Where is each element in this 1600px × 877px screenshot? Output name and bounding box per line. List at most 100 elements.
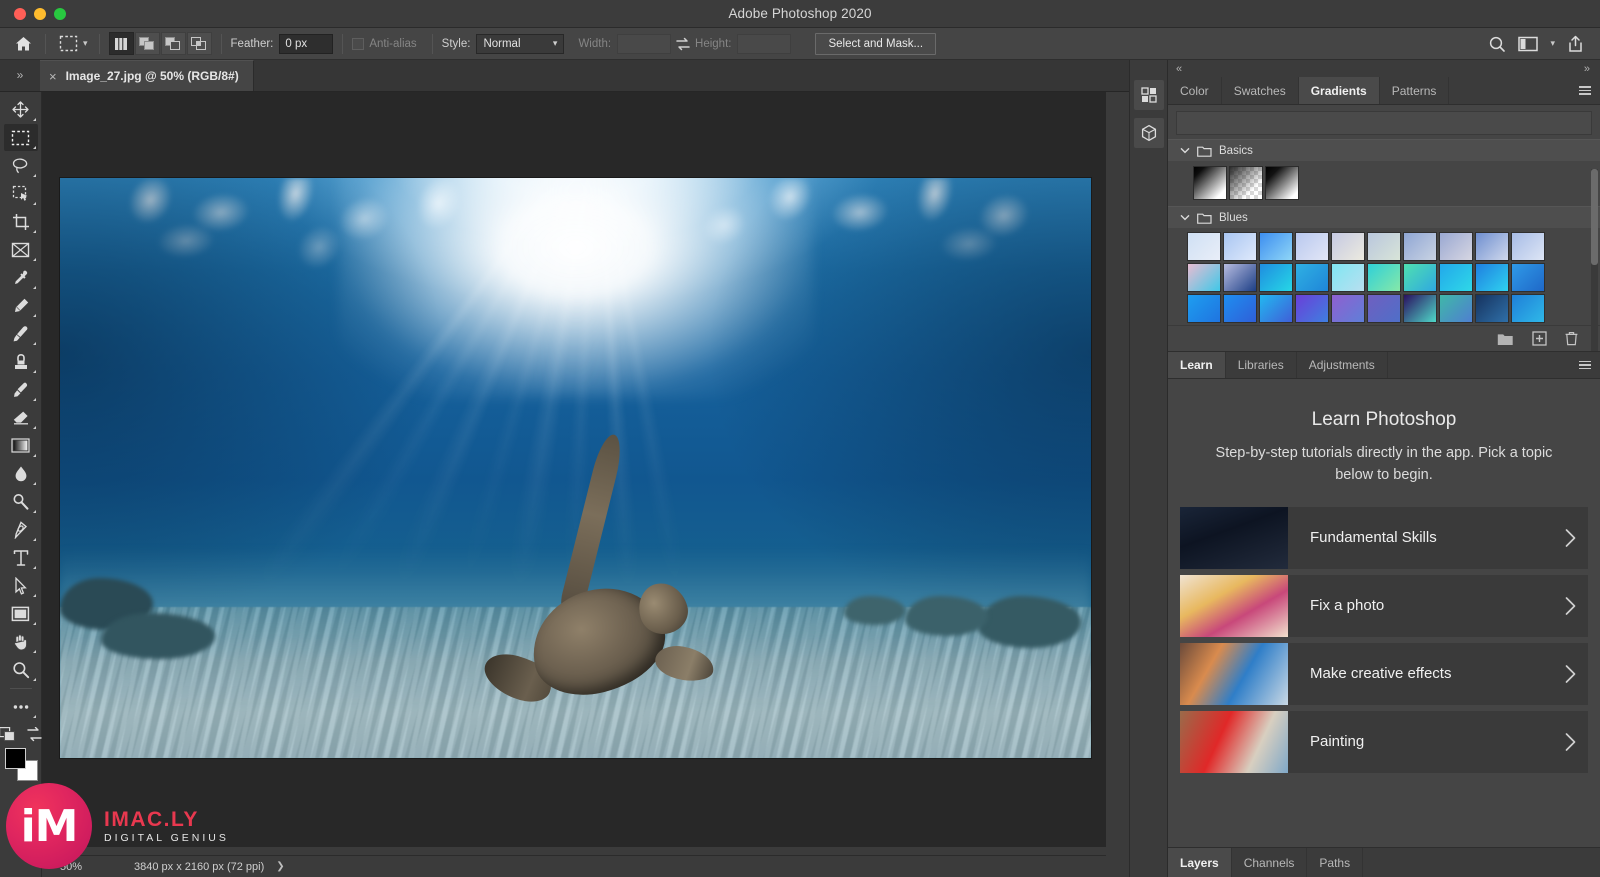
gradient-swatch[interactable] bbox=[1511, 232, 1545, 261]
panel-menu-icon[interactable] bbox=[1570, 352, 1600, 378]
eyedropper-tool[interactable] bbox=[4, 264, 38, 291]
gradient-group-basics[interactable]: Basics bbox=[1168, 139, 1600, 161]
panel-menu-icon[interactable] bbox=[1570, 77, 1600, 104]
gradient-swatch[interactable] bbox=[1223, 232, 1257, 261]
tab-libraries[interactable]: Libraries bbox=[1225, 352, 1297, 378]
gradient-swatch[interactable] bbox=[1475, 263, 1509, 292]
tab-paths[interactable]: Paths bbox=[1307, 848, 1364, 877]
learn-card[interactable]: Fundamental Skills bbox=[1180, 506, 1588, 569]
blur-tool[interactable] bbox=[4, 460, 38, 487]
eraser-tool[interactable] bbox=[4, 404, 38, 431]
learn-card[interactable]: Fix a photo bbox=[1180, 574, 1588, 637]
add-to-selection-button[interactable] bbox=[134, 32, 160, 55]
rectangle-tool[interactable] bbox=[4, 600, 38, 627]
tab-patterns[interactable]: Patterns bbox=[1379, 77, 1450, 104]
chevron-right-icon[interactable]: ❯ bbox=[276, 861, 284, 872]
gradient-swatch[interactable] bbox=[1259, 232, 1293, 261]
gradient-swatch[interactable] bbox=[1403, 263, 1437, 292]
tab-learn[interactable]: Learn bbox=[1168, 352, 1226, 378]
zoom-tool[interactable] bbox=[4, 656, 38, 683]
gradient-swatch[interactable] bbox=[1295, 263, 1329, 292]
gradients-scrollbar[interactable] bbox=[1591, 169, 1598, 359]
share-icon[interactable] bbox=[1567, 35, 1584, 53]
tab-swatches[interactable]: Swatches bbox=[1221, 77, 1299, 104]
gradient-swatch[interactable] bbox=[1331, 232, 1365, 261]
gradient-search-field[interactable] bbox=[1176, 111, 1592, 135]
gradient-swatch[interactable] bbox=[1367, 263, 1401, 292]
chevron-down-icon[interactable] bbox=[1180, 147, 1190, 154]
gradient-swatch[interactable] bbox=[1511, 263, 1545, 292]
edit-toolbar-tool[interactable] bbox=[4, 693, 38, 720]
rectangular-marquee-tool[interactable] bbox=[3, 124, 38, 151]
width-input[interactable] bbox=[617, 33, 672, 54]
gradient-swatch[interactable] bbox=[1331, 263, 1365, 292]
gradient-swatch[interactable] bbox=[1367, 294, 1401, 323]
gradient-swatch[interactable] bbox=[1295, 232, 1329, 261]
spot-healing-brush-tool[interactable] bbox=[4, 292, 38, 319]
gradient-tool[interactable] bbox=[4, 432, 38, 459]
double-chevron-right-icon[interactable]: » bbox=[1584, 63, 1590, 75]
gradient-swatch[interactable] bbox=[1331, 294, 1365, 323]
gradient-swatch[interactable] bbox=[1403, 232, 1437, 261]
tab-adjustments[interactable]: Adjustments bbox=[1296, 352, 1388, 378]
gradient-swatch[interactable] bbox=[1439, 263, 1473, 292]
chevron-down-icon[interactable]: ▾ bbox=[1550, 39, 1555, 48]
gradient-swatch[interactable] bbox=[1187, 263, 1221, 292]
brush-tool[interactable] bbox=[4, 320, 38, 347]
3d-materials-icon[interactable] bbox=[1133, 118, 1164, 148]
pen-tool[interactable] bbox=[4, 516, 38, 543]
gradient-swatch[interactable] bbox=[1193, 166, 1227, 200]
gradient-swatch[interactable] bbox=[1229, 166, 1263, 200]
canvas-area[interactable] bbox=[42, 92, 1106, 847]
learn-card[interactable]: Make creative effects bbox=[1180, 642, 1588, 705]
foreground-color-swatch[interactable] bbox=[4, 748, 26, 769]
gradient-swatch[interactable] bbox=[1475, 294, 1509, 323]
gradient-swatch[interactable] bbox=[1223, 294, 1257, 323]
expand-arrows-icon[interactable]: » bbox=[0, 59, 40, 91]
swap-dimensions-icon[interactable] bbox=[671, 37, 695, 51]
chevron-right-icon[interactable] bbox=[1552, 711, 1588, 773]
preset-libraries-icon[interactable] bbox=[1133, 80, 1164, 110]
type-tool[interactable] bbox=[4, 544, 38, 571]
select-and-mask-button[interactable]: Select and Mask... bbox=[815, 32, 937, 55]
gradient-swatch[interactable] bbox=[1511, 294, 1545, 323]
object-selection-tool[interactable] bbox=[4, 180, 38, 207]
gradient-swatch[interactable] bbox=[1259, 263, 1293, 292]
tab-gradients[interactable]: Gradients bbox=[1298, 77, 1380, 104]
gradient-swatch[interactable] bbox=[1259, 294, 1293, 323]
feather-input[interactable] bbox=[279, 33, 334, 54]
search-icon[interactable] bbox=[1488, 35, 1506, 53]
chevron-right-icon[interactable] bbox=[1552, 507, 1588, 569]
gradient-swatch[interactable] bbox=[1295, 294, 1329, 323]
workspace-icon[interactable] bbox=[1518, 36, 1539, 52]
gradient-swatch[interactable] bbox=[1367, 232, 1401, 261]
gradient-swatch[interactable] bbox=[1475, 232, 1509, 261]
new-selection-button[interactable] bbox=[108, 32, 134, 55]
clone-stamp-tool[interactable] bbox=[4, 348, 38, 375]
document-canvas-image[interactable] bbox=[60, 178, 1091, 758]
hand-tool[interactable] bbox=[4, 628, 38, 655]
chevron-down-icon[interactable] bbox=[1180, 214, 1190, 221]
document-tab[interactable]: × Image_27.jpg @ 50% (RGB/8#) bbox=[40, 60, 254, 91]
frame-tool[interactable] bbox=[4, 236, 38, 263]
chevron-right-icon[interactable] bbox=[1552, 575, 1588, 637]
close-icon[interactable]: × bbox=[49, 70, 57, 83]
gradient-swatch[interactable] bbox=[1265, 166, 1299, 200]
tab-layers[interactable]: Layers bbox=[1168, 848, 1232, 877]
double-chevron-left-icon[interactable]: « bbox=[1176, 63, 1182, 75]
quick-mask-icon[interactable] bbox=[0, 727, 16, 742]
gradient-swatch[interactable] bbox=[1403, 294, 1437, 323]
gradient-swatch[interactable] bbox=[1439, 232, 1473, 261]
tool-preset-picker[interactable]: ▾ bbox=[55, 33, 90, 55]
style-select[interactable]: Normal ▾ bbox=[476, 33, 565, 54]
move-tool[interactable] bbox=[4, 96, 38, 123]
delete-icon[interactable] bbox=[1565, 331, 1578, 346]
path-selection-tool[interactable] bbox=[4, 572, 38, 599]
gradient-swatch[interactable] bbox=[1223, 263, 1257, 292]
home-icon[interactable] bbox=[10, 33, 36, 55]
gradient-swatch[interactable] bbox=[1187, 232, 1221, 261]
height-input[interactable] bbox=[737, 33, 792, 54]
learn-card[interactable]: Painting bbox=[1180, 710, 1588, 773]
gradient-swatch[interactable] bbox=[1439, 294, 1473, 323]
crop-tool[interactable] bbox=[4, 208, 38, 235]
